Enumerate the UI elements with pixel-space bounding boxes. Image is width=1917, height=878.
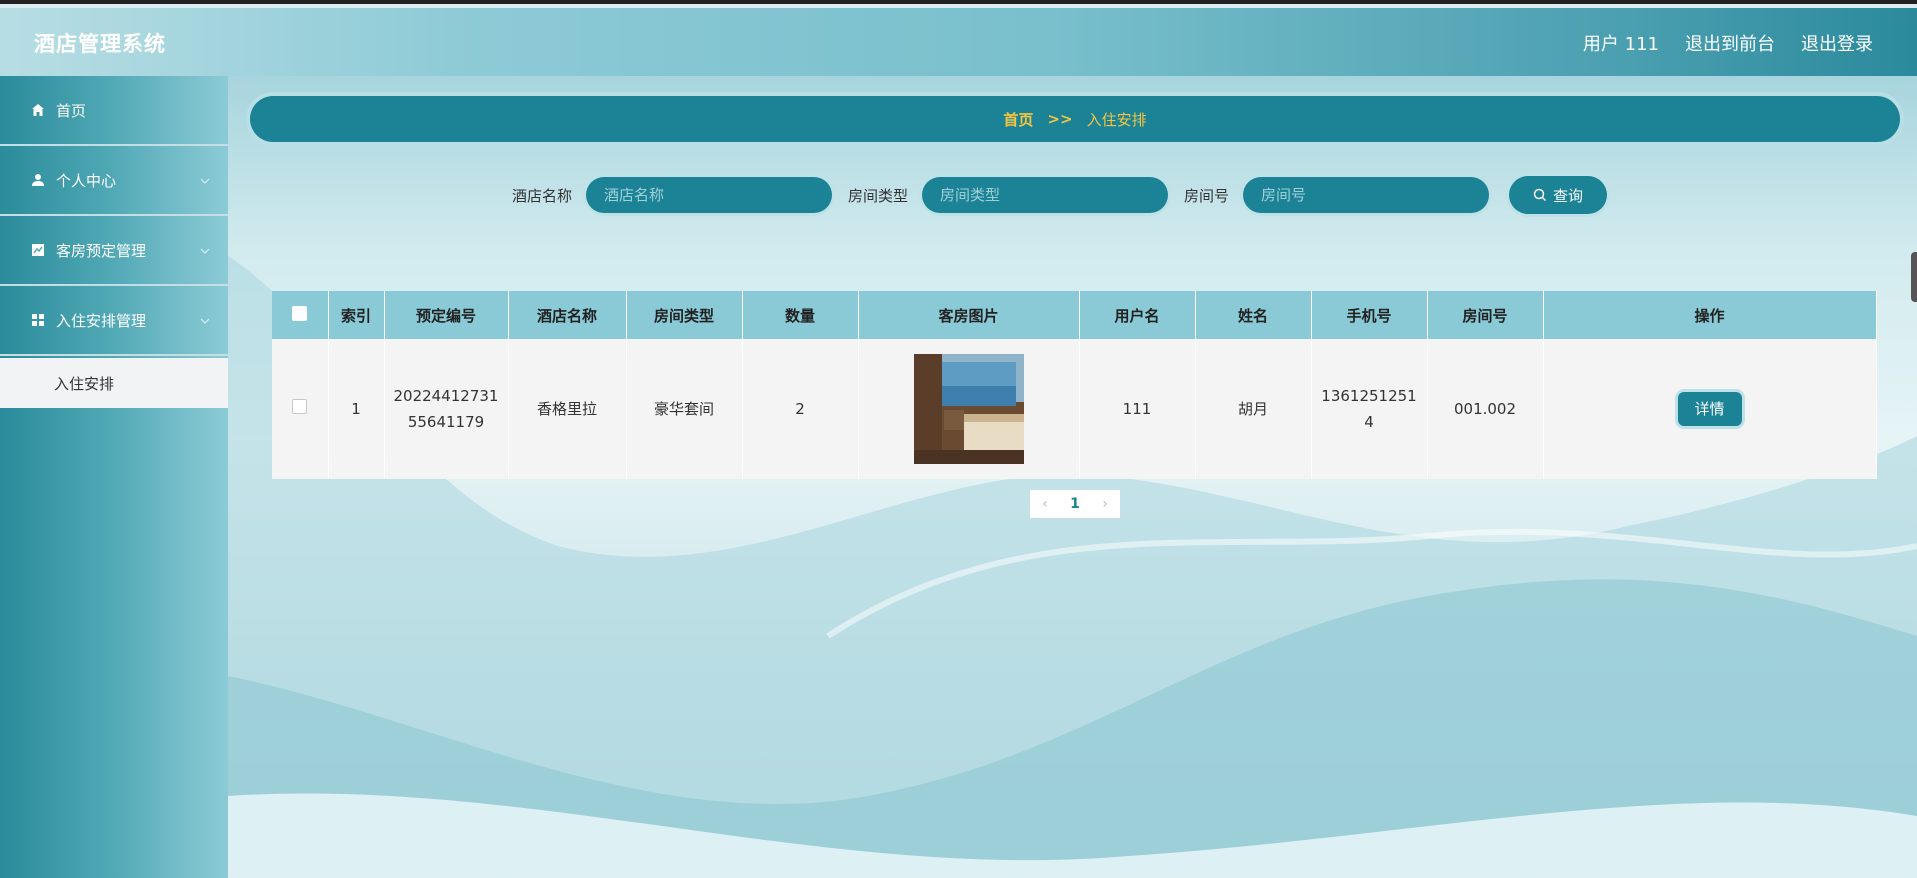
breadcrumb-current: 入住安排: [1086, 110, 1147, 129]
sidebar-item-label: 入住安排管理: [56, 311, 147, 330]
room-number-input[interactable]: [1243, 177, 1490, 213]
chart-icon: [30, 242, 46, 258]
phone-line-1: 1361251251: [1321, 387, 1417, 405]
hotel-name-label: 酒店名称: [512, 186, 573, 205]
row-select-cell: [272, 339, 329, 479]
cell-index: 1: [328, 339, 385, 479]
next-page-button[interactable]: ›: [1090, 490, 1120, 518]
sidebar-item-label: 客房预定管理: [56, 241, 147, 260]
grid-icon: [30, 312, 46, 328]
sidebar-item-checkin-management[interactable]: 入住安排管理: [0, 286, 228, 356]
logout-link[interactable]: 退出登录: [1801, 30, 1873, 56]
hotel-name-input[interactable]: [586, 177, 833, 213]
search-button-label: 查询: [1553, 186, 1584, 205]
cell-order-no: 20224412731 55641179: [384, 339, 509, 479]
cell-room-no: 001.002: [1427, 339, 1544, 479]
sidebar-item-personal-center[interactable]: 个人中心: [0, 146, 228, 216]
order-no-line-1: 20224412731: [393, 387, 499, 405]
user-icon: [30, 172, 46, 188]
phone-line-2: 4: [1364, 413, 1374, 431]
column-header: 数量: [742, 291, 859, 339]
app-title: 酒店管理系统: [34, 32, 166, 56]
column-header: 预定编号: [384, 291, 509, 339]
room-number-label: 房间号: [1184, 186, 1230, 205]
top-bar: 酒店管理系统 用户 111 退出到前台 退出登录: [0, 8, 1917, 76]
sidebar-subitem-checkin[interactable]: 入住安排: [0, 358, 228, 408]
column-header: 索引: [328, 291, 385, 339]
cell-action: 详情: [1543, 339, 1877, 479]
row-checkbox[interactable]: [292, 399, 308, 414]
sidebar-item-home[interactable]: 首页: [0, 76, 228, 146]
main-content: 首页 >> 入住安排 酒店名称 房间类型 房间号 查询: [228, 76, 1917, 878]
breadcrumb-home[interactable]: 首页: [1003, 109, 1033, 130]
sidebar-item-label: 个人中心: [56, 171, 117, 190]
cell-quantity: 2: [742, 339, 859, 479]
prev-page-button[interactable]: ‹: [1030, 490, 1060, 518]
breadcrumb: 首页 >> 入住安排: [250, 96, 1900, 142]
column-header: 姓名: [1195, 291, 1312, 339]
order-no-line-2: 55641179: [407, 413, 485, 431]
room-type-input[interactable]: [922, 177, 1169, 213]
back-to-front-link[interactable]: 退出到前台: [1685, 30, 1775, 56]
app-root: 酒店管理系统 用户 111 退出到前台 退出登录 首页 个人中心 客房预定管理: [0, 0, 1917, 878]
breadcrumb-separator: >>: [1047, 110, 1073, 128]
chevron-down-icon: [200, 248, 210, 254]
user-label[interactable]: 用户 111: [1583, 30, 1659, 56]
pagination: ‹ 1 ›: [1030, 490, 1120, 518]
search-icon: [1533, 188, 1547, 202]
column-header: 房间类型: [626, 291, 743, 339]
cell-room-image: [858, 339, 1080, 479]
column-header: 房间号: [1427, 291, 1544, 339]
column-header: 客房图片: [858, 291, 1080, 339]
chevron-down-icon: [200, 178, 210, 184]
checkin-table: 索引 预定编号 酒店名称 房间类型 数量 客房图片 用户名 姓名 手机号 房间号…: [272, 291, 1877, 479]
sidebar-item-booking-management[interactable]: 客房预定管理: [0, 216, 228, 286]
sidebar: 首页 个人中心 客房预定管理 入住安排管理 入住安排: [0, 76, 228, 878]
select-all-checkbox[interactable]: [292, 305, 308, 321]
table-header-row: 索引 预定编号 酒店名称 房间类型 数量 客房图片 用户名 姓名 手机号 房间号…: [272, 291, 1877, 339]
column-header: 用户名: [1079, 291, 1196, 339]
column-header: 酒店名称: [508, 291, 627, 339]
cell-phone: 1361251251 4: [1311, 339, 1428, 479]
cell-hotel: 香格里拉: [508, 339, 627, 479]
select-all-cell: [272, 291, 329, 339]
search-button[interactable]: 查询: [1509, 176, 1608, 214]
cell-room-type: 豪华套间: [626, 339, 743, 479]
column-header: 手机号: [1311, 291, 1428, 339]
chevron-down-icon: [200, 318, 210, 324]
room-photo[interactable]: [913, 354, 1024, 464]
side-handle[interactable]: [1911, 252, 1917, 302]
room-type-label: 房间类型: [848, 186, 909, 205]
sidebar-item-label: 首页: [56, 101, 87, 120]
detail-button[interactable]: 详情: [1677, 392, 1742, 426]
cell-name: 胡月: [1195, 339, 1312, 479]
search-bar: 酒店名称 房间类型 房间号 查询: [512, 176, 1608, 214]
page-number-button[interactable]: 1: [1060, 490, 1090, 518]
home-icon: [30, 102, 46, 118]
top-links: 用户 111 退出到前台 退出登录: [1583, 30, 1873, 56]
cell-username: 111: [1079, 339, 1196, 479]
column-header: 操作: [1543, 291, 1877, 339]
table-row: 1 20224412731 55641179 香格里拉 豪华套间 2 111 胡…: [272, 339, 1877, 479]
